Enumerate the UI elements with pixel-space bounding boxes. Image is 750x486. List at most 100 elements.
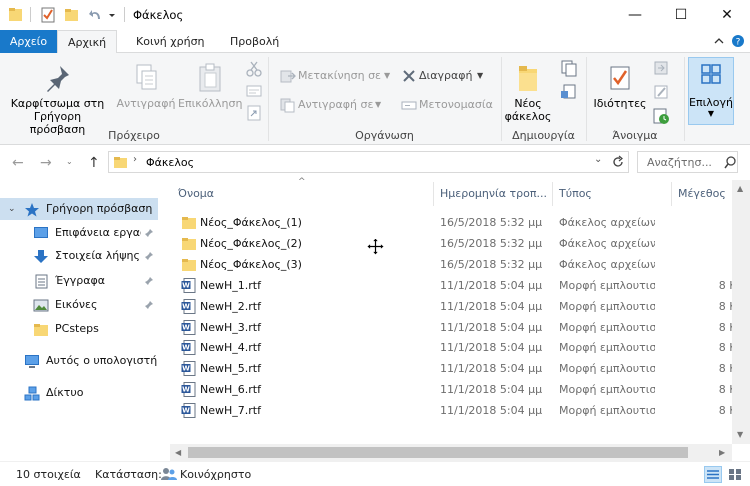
large-icons-view-button[interactable] — [726, 466, 744, 483]
window-title: Φάκελος — [133, 8, 184, 22]
file-row[interactable]: W NewH_7.rtf 11/1/2018 5:04 μμ Μορφή εμπλου… — [170, 400, 750, 421]
nav-label: Στοιχεία λήψης — [55, 249, 140, 262]
nav-network[interactable]: Δίκτυο — [0, 382, 158, 404]
nav-this-pc[interactable]: Αυτός ο υπολογιστή — [0, 350, 158, 372]
download-arrow-icon — [34, 250, 48, 263]
file-name: NewH_7.rtf — [200, 404, 261, 418]
properties-button[interactable]: Ιδιότητες — [590, 63, 650, 110]
column-header-size[interactable]: Μέγεθος — [678, 184, 726, 204]
paste-shortcut-icon[interactable] — [246, 105, 262, 121]
file-name: NewH_5.rtf — [200, 362, 261, 376]
status-bar: 10 στοιχεία Κατάσταση: Κοινόχρηστο — [0, 461, 750, 486]
chevron-down-icon[interactable] — [107, 6, 117, 24]
pin-icon — [46, 66, 69, 92]
copy-button[interactable]: Αντιγραφή — [114, 63, 178, 110]
pin-icon — [145, 252, 153, 260]
svg-text:W: W — [182, 407, 190, 415]
scroll-thumb[interactable] — [188, 447, 688, 458]
nav-downloads[interactable]: Στοιχεία λήψης — [0, 245, 158, 267]
column-header-date[interactable]: Ημερομηνία τροπ... — [440, 184, 547, 204]
file-row[interactable]: W NewH_4.rtf 11/1/2018 5:04 μμ Μορφή εμπλου… — [170, 337, 750, 358]
large-icons-view-icon — [729, 469, 741, 480]
breadcrumb-current[interactable]: Φάκελος — [146, 156, 194, 169]
scroll-right-icon[interactable]: ▶ — [719, 448, 725, 457]
file-row[interactable]: Νέος_Φάκελος_(3) 16/5/2018 5:32 μμ Φάκελος… — [170, 254, 750, 275]
search-input[interactable]: Αναζήτησ... — [637, 151, 738, 173]
recent-locations-chevron-icon[interactable]: ⌄ — [66, 157, 73, 166]
nav-pcsteps[interactable]: PCsteps — [0, 318, 158, 340]
chevron-down-icon[interactable]: ⌄ — [8, 198, 16, 220]
nav-pictures[interactable]: Εικόνες — [0, 294, 158, 316]
navigation-bar: ← → ⌄ ↑ › Φάκελος ⌄ Αναζήτησ... — [0, 145, 750, 179]
cut-icon[interactable] — [246, 61, 262, 77]
column-divider[interactable] — [433, 182, 434, 206]
history-icon[interactable] — [652, 107, 670, 125]
file-name: Νέος_Φάκελος_(3) — [200, 257, 302, 271]
up-arrow-icon[interactable]: ↑ — [88, 155, 100, 171]
column-divider[interactable] — [671, 182, 672, 206]
column-divider[interactable] — [552, 182, 553, 206]
nav-documents[interactable]: Έγγραφα — [0, 270, 158, 292]
chevron-up-icon[interactable] — [714, 36, 724, 46]
tab-share[interactable]: Κοινή χρήση — [126, 30, 215, 53]
refresh-icon[interactable] — [611, 155, 625, 169]
vertical-scrollbar[interactable]: ▲ ▼ — [732, 180, 750, 444]
file-row[interactable]: Νέος_Φάκελος_(1) 16/5/2018 5:32 μμ Φάκελος… — [170, 212, 750, 233]
rtf-document-icon: W — [181, 382, 196, 398]
svg-text:W: W — [182, 323, 190, 331]
open-icon[interactable] — [652, 59, 670, 77]
close-button[interactable]: ✕ — [704, 0, 750, 30]
divider — [684, 57, 685, 141]
tab-home[interactable]: Αρχική — [57, 30, 118, 54]
new-folder-button[interactable]: Νέος φάκελος — [503, 63, 553, 123]
file-row[interactable]: W NewH_6.rtf 11/1/2018 5:04 μμ Μορφή εμπλου… — [170, 379, 750, 400]
tab-file[interactable]: Αρχείο — [0, 30, 57, 53]
help-icon[interactable]: ? — [731, 34, 745, 48]
rtf-document-icon: W — [181, 340, 196, 356]
paste-button[interactable]: Επικόλληση — [178, 63, 242, 110]
file-row[interactable]: W NewH_3.rtf 11/1/2018 5:04 μμ Μορφή εμπλου… — [170, 317, 750, 338]
pictures-icon — [33, 299, 49, 312]
move-to-label: Μετακίνηση σε — [298, 69, 381, 82]
new-folder-icon[interactable] — [64, 6, 80, 24]
back-arrow-icon[interactable]: ← — [12, 155, 24, 171]
file-row[interactable]: Νέος_Φάκελος_(2) 16/5/2018 5:32 μμ Φάκελος… — [170, 233, 750, 254]
sort-ascending-icon: ^ — [298, 177, 306, 187]
details-view-button[interactable] — [704, 466, 722, 483]
file-row[interactable]: W NewH_1.rtf 11/1/2018 5:04 μμ Μορφή εμπλου… — [170, 275, 750, 296]
scroll-down-icon[interactable]: ▼ — [737, 430, 743, 439]
file-type: Φάκελος αρχείων — [559, 236, 655, 250]
column-header-name[interactable]: Όνομα — [178, 184, 214, 204]
address-bar[interactable]: › Φάκελος ⌄ — [108, 151, 629, 173]
maximize-button[interactable]: ☐ — [658, 0, 704, 30]
select-button[interactable]: Επιλογή ▼ — [688, 57, 734, 125]
breadcrumb-chevron-icon[interactable]: › — [133, 154, 137, 165]
nav-desktop[interactable]: Επιφάνεια εργασ — [0, 222, 158, 244]
minimize-button[interactable]: — — [612, 0, 658, 30]
new-item-icon[interactable] — [560, 59, 578, 77]
delete-icon — [403, 70, 415, 82]
copy-path-icon[interactable] — [246, 83, 262, 99]
file-row[interactable]: W NewH_2.rtf 11/1/2018 5:04 μμ Μορφή εμπλου… — [170, 296, 750, 317]
desktop-icon — [34, 227, 48, 238]
properties-check-icon[interactable] — [40, 6, 56, 24]
undo-icon[interactable] — [88, 6, 104, 24]
tab-view[interactable]: Προβολή — [220, 30, 289, 53]
nav-quick-access[interactable]: ⌄ Γρήγορη πρόσβαση — [0, 198, 158, 220]
forward-arrow-icon[interactable]: → — [40, 155, 52, 171]
new-folder-icon — [519, 66, 537, 91]
file-type: Μορφή εμπλουτισμ... — [559, 404, 655, 418]
state-label: Κατάσταση: — [95, 468, 162, 481]
scroll-up-icon[interactable]: ▲ — [737, 184, 743, 193]
horizontal-scrollbar[interactable]: ◀ ▶ — [170, 444, 732, 461]
file-row[interactable]: W NewH_5.rtf 11/1/2018 5:04 μμ Μορφή εμπλου… — [170, 358, 750, 379]
pin-to-quick-access-button[interactable]: Καρφίτσωμα στη Γρήγορη πρόσβαση — [5, 63, 110, 136]
address-dropdown-icon[interactable]: ⌄ — [594, 154, 602, 165]
column-header-type[interactable]: Τύπος — [559, 184, 592, 204]
chevron-down-icon: ▼ — [707, 109, 715, 118]
scroll-left-icon[interactable]: ◀ — [175, 448, 181, 457]
svg-text:?: ? — [736, 38, 741, 48]
new-folder-label: Νέος φάκελος — [504, 97, 552, 123]
edit-icon[interactable] — [652, 83, 670, 101]
easy-access-icon[interactable] — [560, 83, 578, 101]
